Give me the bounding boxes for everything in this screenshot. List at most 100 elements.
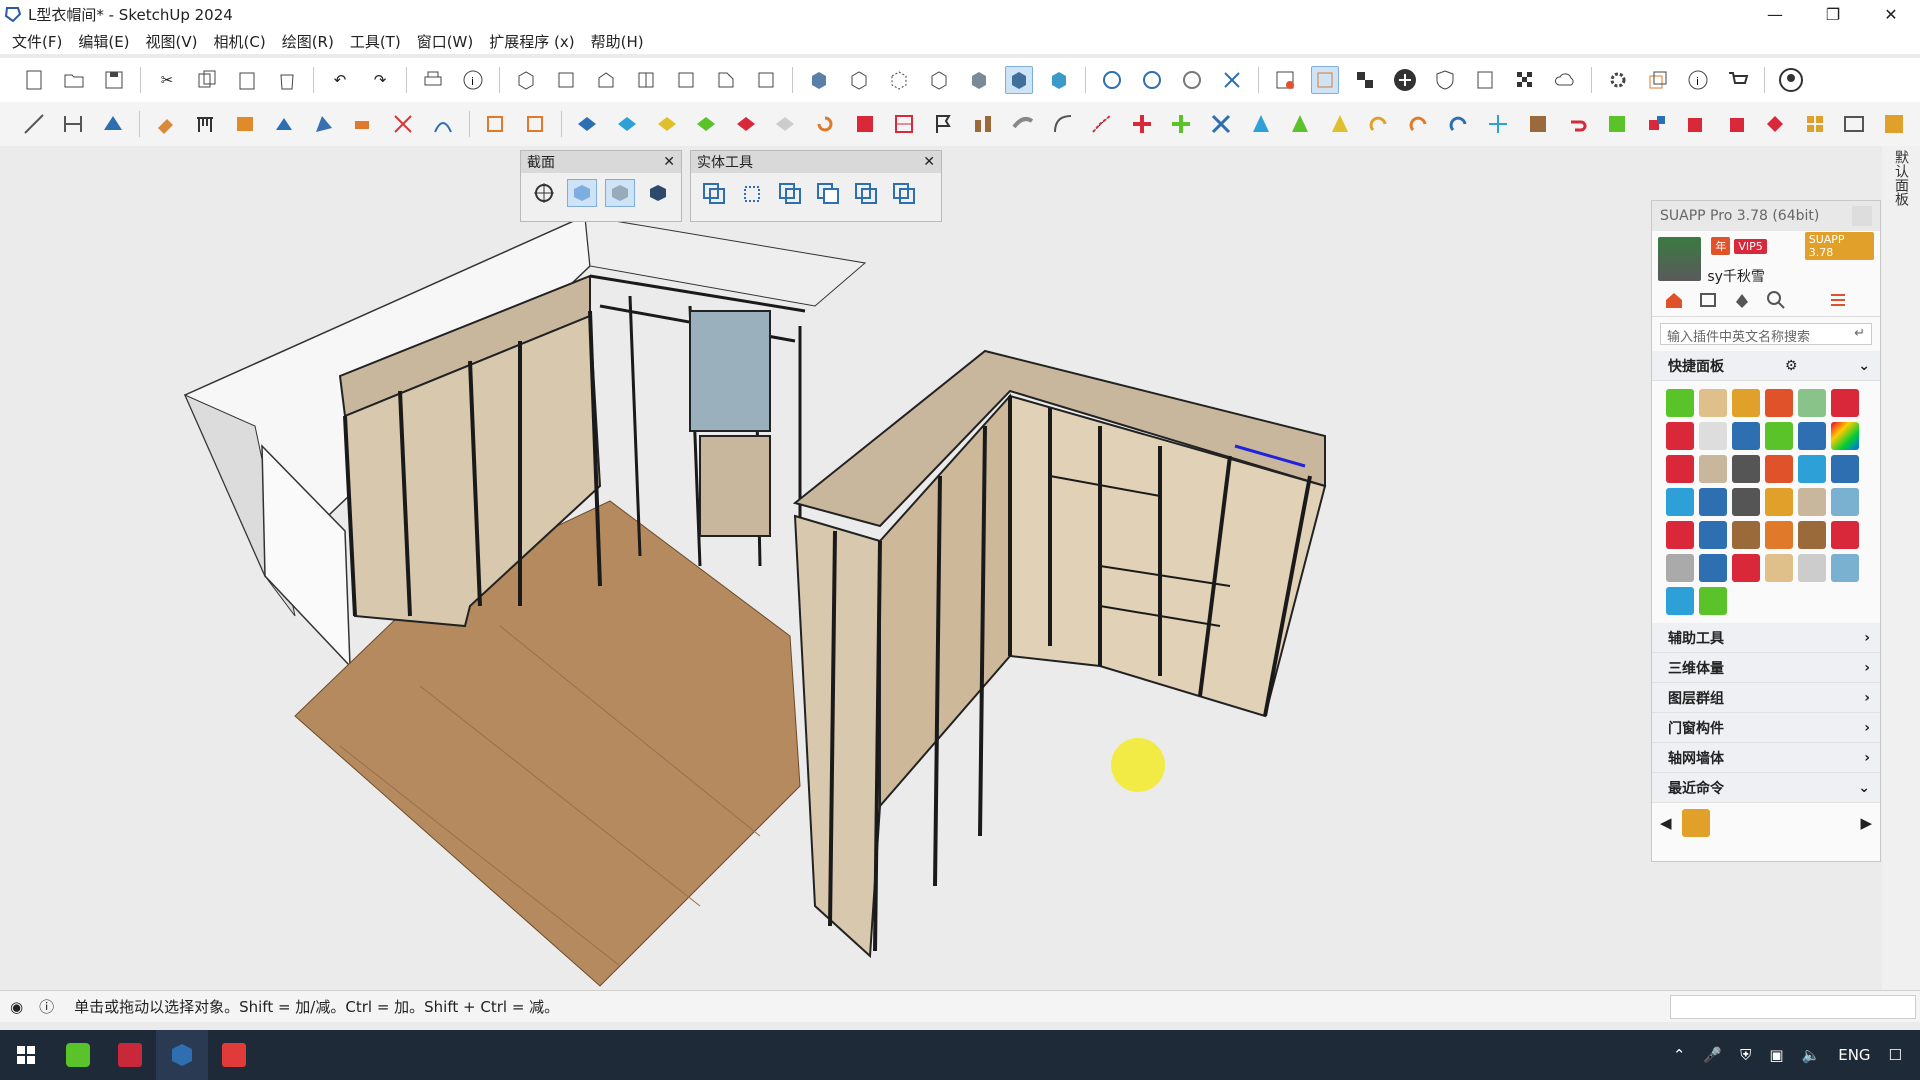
sketchup-app-icon[interactable] bbox=[156, 1030, 208, 1080]
section-3d-volume[interactable]: 三维体量 › bbox=[1652, 653, 1880, 683]
tree-icon[interactable] bbox=[1286, 110, 1314, 138]
menu-list-icon[interactable] bbox=[1828, 290, 1848, 314]
microphone-icon[interactable]: 🎤 bbox=[1703, 1046, 1722, 1064]
library-icon[interactable] bbox=[1698, 290, 1718, 314]
plugin-icon[interactable] bbox=[1699, 455, 1727, 483]
green-face-icon[interactable] bbox=[692, 110, 720, 138]
undo-icon[interactable]: ↶ bbox=[326, 66, 354, 94]
section-recent-commands[interactable]: 最近命令 ⌄ bbox=[1652, 773, 1880, 803]
plugin-icon[interactable] bbox=[1831, 422, 1859, 450]
dock-icon[interactable] bbox=[1351, 66, 1379, 94]
account-icon[interactable] bbox=[1777, 66, 1805, 94]
section-plane-icon[interactable] bbox=[529, 179, 559, 207]
iso-view-icon[interactable] bbox=[512, 66, 540, 94]
menu-draw[interactable]: 绘图(R) bbox=[282, 31, 334, 52]
share-model-icon[interactable] bbox=[1138, 66, 1166, 94]
menu-edit[interactable]: 编辑(E) bbox=[78, 31, 129, 52]
follow-me-icon[interactable] bbox=[99, 110, 127, 138]
volume-icon[interactable]: 🔈 bbox=[1802, 1046, 1821, 1064]
menu-view[interactable]: 视图(V) bbox=[146, 31, 198, 52]
menu-window[interactable]: 窗口(W) bbox=[417, 31, 474, 52]
offset-icon[interactable] bbox=[350, 110, 378, 138]
red-face-icon[interactable] bbox=[732, 110, 760, 138]
section-assist-tools[interactable]: 辅助工具 › bbox=[1652, 623, 1880, 653]
move-points-icon[interactable] bbox=[1484, 110, 1512, 138]
tag-icon[interactable] bbox=[1761, 110, 1789, 138]
plugin-icon[interactable] bbox=[1666, 422, 1694, 450]
warehouse-icon[interactable] bbox=[1098, 66, 1126, 94]
plugin-icon[interactable] bbox=[1798, 554, 1826, 582]
menu-help[interactable]: 帮助(H) bbox=[591, 31, 644, 52]
app-green-icon[interactable] bbox=[52, 1030, 104, 1080]
grid-lines-icon[interactable] bbox=[890, 110, 918, 138]
components-icon[interactable] bbox=[1178, 66, 1206, 94]
plugin-icon[interactable] bbox=[1831, 389, 1859, 417]
plugin-icon[interactable] bbox=[1765, 455, 1793, 483]
intersect-icon[interactable] bbox=[737, 179, 767, 207]
cone-icon[interactable] bbox=[1247, 110, 1275, 138]
display-section-plane-icon[interactable] bbox=[567, 179, 597, 207]
plugin-icon[interactable] bbox=[1798, 389, 1826, 417]
plugin-icon[interactable] bbox=[1666, 389, 1694, 417]
arc-blue-icon[interactable] bbox=[1445, 110, 1473, 138]
wood-panel-icon[interactable] bbox=[970, 110, 998, 138]
eraser-icon[interactable] bbox=[152, 110, 180, 138]
plugin-icon[interactable] bbox=[1666, 587, 1694, 615]
arc-yellow-icon[interactable] bbox=[1366, 110, 1394, 138]
window-icon[interactable] bbox=[1644, 66, 1672, 94]
section-door-window[interactable]: 门窗构件 › bbox=[1652, 713, 1880, 743]
plugin-icon[interactable] bbox=[1699, 587, 1727, 615]
display-section-cut-icon[interactable] bbox=[605, 179, 635, 207]
shaded-icon[interactable] bbox=[965, 66, 993, 94]
section-fill-icon[interactable] bbox=[643, 179, 673, 207]
bottom-view-icon[interactable] bbox=[752, 66, 780, 94]
section-panel-close-icon[interactable]: ✕ bbox=[663, 154, 675, 170]
undo-red-icon[interactable] bbox=[1564, 110, 1592, 138]
rotate-icon[interactable] bbox=[811, 110, 839, 138]
checker-icon[interactable] bbox=[1511, 66, 1539, 94]
recent-command-icon[interactable] bbox=[1681, 809, 1710, 837]
geo-location-icon[interactable]: ◉ bbox=[10, 998, 23, 1016]
plugin-icon[interactable] bbox=[1798, 488, 1826, 516]
split-solid-icon[interactable] bbox=[889, 179, 919, 207]
home-icon[interactable] bbox=[1664, 290, 1684, 314]
blue-face-icon[interactable] bbox=[574, 110, 602, 138]
front-view-icon[interactable] bbox=[592, 66, 620, 94]
autocad-icon[interactable] bbox=[104, 1030, 156, 1080]
solid-tools-close-icon[interactable]: ✕ bbox=[923, 154, 935, 170]
group-red-icon[interactable] bbox=[1722, 110, 1750, 138]
restore-button[interactable]: ❐ bbox=[1804, 0, 1862, 28]
menu-camera[interactable]: 相机(C) bbox=[214, 31, 266, 52]
section-grid-wall[interactable]: 轴网墙体 › bbox=[1652, 743, 1880, 773]
green-box-icon[interactable] bbox=[1603, 110, 1631, 138]
plugin-icon[interactable] bbox=[1798, 422, 1826, 450]
yellow-face-icon[interactable] bbox=[653, 110, 681, 138]
dimension-icon[interactable] bbox=[60, 110, 88, 138]
save-icon[interactable] bbox=[100, 66, 128, 94]
menu-extensions[interactable]: 扩展程序 (x) bbox=[489, 31, 574, 52]
trim-icon[interactable] bbox=[851, 179, 881, 207]
plugin-icon[interactable] bbox=[1798, 521, 1826, 549]
shield-icon[interactable] bbox=[1431, 66, 1459, 94]
notification-icon[interactable]: ☐ bbox=[1889, 1046, 1902, 1064]
top-view-icon[interactable] bbox=[552, 66, 580, 94]
curve-icon[interactable] bbox=[429, 110, 457, 138]
info-status-icon[interactable]: ⓘ bbox=[39, 996, 54, 1017]
info-icon[interactable]: i bbox=[1684, 66, 1712, 94]
network-icon[interactable]: ▣ bbox=[1769, 1046, 1783, 1064]
right-view-icon[interactable] bbox=[632, 66, 660, 94]
corner-icon[interactable] bbox=[1049, 110, 1077, 138]
plugin-icon[interactable] bbox=[1699, 521, 1727, 549]
select-frame-icon[interactable] bbox=[482, 110, 510, 138]
pipe-icon[interactable] bbox=[1009, 110, 1037, 138]
new-file-icon[interactable] bbox=[20, 66, 48, 94]
plugin-icon[interactable] bbox=[1765, 389, 1793, 417]
plugin-icon[interactable] bbox=[1831, 488, 1859, 516]
delete-icon[interactable] bbox=[273, 66, 301, 94]
line-icon[interactable] bbox=[20, 110, 48, 138]
explode-icon[interactable] bbox=[1643, 110, 1671, 138]
plugin-icon[interactable] bbox=[1765, 488, 1793, 516]
extension-warehouse-icon[interactable] bbox=[1218, 66, 1246, 94]
section-layer-group[interactable]: 图层群组 › bbox=[1652, 683, 1880, 713]
plugin-icon[interactable] bbox=[1699, 389, 1727, 417]
